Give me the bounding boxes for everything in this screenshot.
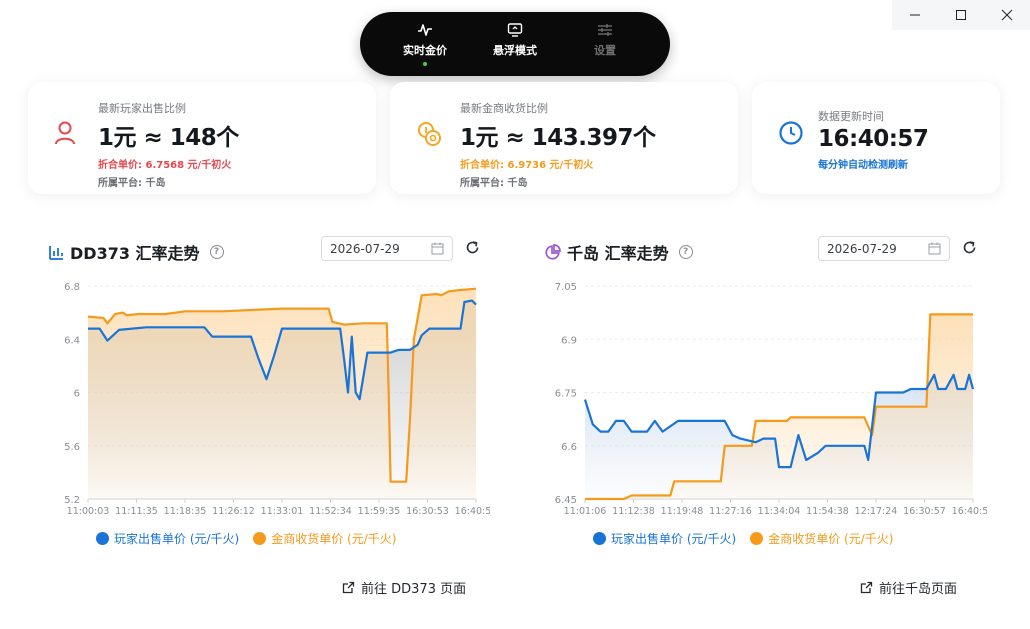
x-tick-label: 16:30:57 xyxy=(903,506,946,517)
external-link-icon xyxy=(342,581,355,594)
help-icon[interactable]: ? xyxy=(678,245,693,259)
x-tick-label: 16:40:57 xyxy=(952,506,987,517)
goto-dd373-link[interactable]: 前往 DD373 页面 xyxy=(342,578,466,597)
player-ratio-card: 最新玩家出售比例 1元 ≈ 148个 折合单价: 6.7568 元/千初火 所属… xyxy=(28,82,376,194)
nav-float-mode[interactable]: 悬浮模式 xyxy=(485,22,545,66)
close-icon xyxy=(1001,9,1013,21)
x-tick-label: 11:54:38 xyxy=(806,506,849,517)
update-time: 16:40:57 xyxy=(818,126,929,152)
player-ratio: 1元 ≈ 148个 xyxy=(98,125,239,151)
minimize-button[interactable] xyxy=(892,0,938,30)
close-button[interactable] xyxy=(984,0,1030,30)
dd373-panel-title: DD373 汇率走势 ? xyxy=(48,240,224,264)
x-tick-label: 11:26:12 xyxy=(212,506,255,517)
x-tick-label: 11:18:35 xyxy=(164,506,207,517)
y-tick-label: 6.8 xyxy=(64,282,80,293)
user-icon xyxy=(55,121,75,145)
link-label: 前往 DD373 页面 xyxy=(361,582,467,597)
window-controls xyxy=(892,0,1030,30)
x-tick-label: 11:12:38 xyxy=(612,506,655,517)
player-unit-price: 折合单价: 6.7568 元/千初火 xyxy=(98,160,232,171)
pie-chart-icon xyxy=(545,244,561,260)
panel-title-text: DD373 汇率走势 xyxy=(70,244,200,263)
y-tick-label: 6.9 xyxy=(561,335,577,346)
clock-icon xyxy=(779,121,803,145)
x-tick-label: 11:33:01 xyxy=(261,506,304,517)
y-tick-label: 6.6 xyxy=(561,442,577,453)
merchant-ratio: 1元 ≈ 143.397个 xyxy=(460,125,656,151)
x-tick-label: 11:52:34 xyxy=(309,506,352,517)
y-tick-label: 5.6 xyxy=(64,442,80,453)
update-time-card: 数据更新时间 16:40:57 每分钟自动检测刷新 xyxy=(752,82,1000,194)
merchant-unit-price: 折合单价: 6.9736 元/千初火 xyxy=(460,160,594,171)
nav-settings[interactable]: 设置 xyxy=(575,22,635,66)
external-link-icon xyxy=(860,581,873,594)
update-note: 每分钟自动检测刷新 xyxy=(818,160,908,171)
x-tick-label: 16:40:53 xyxy=(455,506,490,517)
goto-qiandao-link[interactable]: 前往千岛页面 xyxy=(860,578,957,597)
qiandao-refresh-icon[interactable] xyxy=(962,240,977,255)
legend-merchant[interactable]: 金商收货单价 (元/千火) xyxy=(253,530,396,547)
sliders-icon xyxy=(598,24,612,36)
card-caption: 最新玩家出售比例 xyxy=(98,102,186,115)
legend-player[interactable]: 玩家出售单价 (元/千火) xyxy=(593,530,736,547)
card-caption: 最新金商收货比例 xyxy=(460,102,548,115)
coins-icon xyxy=(418,122,441,146)
qiandao-panel-title: 千岛 汇率走势 ? xyxy=(545,240,693,264)
x-tick-label: 11:01:06 xyxy=(564,506,607,517)
dd373-date-picker[interactable]: 2026-07-29 xyxy=(321,236,453,261)
calendar-icon xyxy=(431,242,444,255)
legend-player[interactable]: 玩家出售单价 (元/千火) xyxy=(96,530,239,547)
monitor-icon xyxy=(507,23,523,37)
qiandao-chart: 6.45 6.6 6.75 6.9 7.05 11:01:06 11:12:38 11:19:… xyxy=(555,282,987,517)
top-nav: 实时金价 悬浮模式 设置 xyxy=(360,12,670,76)
active-indicator xyxy=(423,62,427,66)
x-tick-label: 11:27:16 xyxy=(709,506,752,517)
dd373-legend: 玩家出售单价 (元/千火) 金商收货单价 (元/千火) xyxy=(96,530,396,547)
date-value: 2026-07-29 xyxy=(827,241,897,256)
nav-label: 设置 xyxy=(594,44,616,57)
player-platform: 所属平台: 千岛 xyxy=(98,178,166,189)
y-tick-label: 6.45 xyxy=(555,495,577,506)
x-tick-label: 11:19:48 xyxy=(661,506,704,517)
x-tick-label: 11:59:35 xyxy=(358,506,401,517)
help-icon[interactable]: ? xyxy=(209,245,224,259)
y-tick-label: 6.4 xyxy=(64,335,80,346)
pulse-icon xyxy=(418,24,432,36)
x-tick-label: 11:11:35 xyxy=(115,506,158,517)
merchant-platform: 所属平台: 千岛 xyxy=(460,178,528,189)
qiandao-legend: 玩家出售单价 (元/千火) 金商收货单价 (元/千火) xyxy=(593,530,893,547)
x-tick-label: 16:30:53 xyxy=(406,506,449,517)
minimize-icon xyxy=(910,14,920,16)
maximize-button[interactable] xyxy=(938,0,984,30)
x-tick-label: 11:34:04 xyxy=(758,506,801,517)
x-tick-label: 11:00:03 xyxy=(67,506,110,517)
nav-label: 悬浮模式 xyxy=(493,44,537,57)
qiandao-date-picker[interactable]: 2026-07-29 xyxy=(818,236,950,261)
y-tick-label: 6 xyxy=(74,389,80,400)
date-value: 2026-07-29 xyxy=(330,241,400,256)
link-label: 前往千岛页面 xyxy=(879,582,958,597)
panel-title-text: 千岛 汇率走势 xyxy=(567,244,669,263)
y-tick-label: 5.2 xyxy=(64,495,80,506)
x-tick-label: 12:17:24 xyxy=(855,506,898,517)
calendar-icon xyxy=(928,242,941,255)
y-tick-label: 6.75 xyxy=(555,389,577,400)
card-caption: 数据更新时间 xyxy=(818,110,884,123)
legend-merchant[interactable]: 金商收货单价 (元/千火) xyxy=(750,530,893,547)
bar-chart-icon xyxy=(49,246,63,260)
merchant-ratio-card: 最新金商收货比例 1元 ≈ 143.397个 折合单价: 6.9736 元/千初… xyxy=(390,82,738,194)
dd373-chart: 5.2 5.6 6 6.4 6.8 11:00:03 11:11:35 11:18:35 11:… xyxy=(64,282,490,517)
y-tick-label: 7.05 xyxy=(555,282,577,293)
nav-label: 实时金价 xyxy=(403,44,447,57)
maximize-icon xyxy=(956,10,966,20)
nav-realtime-price[interactable]: 实时金价 xyxy=(395,22,455,66)
dd373-refresh-icon[interactable] xyxy=(465,240,480,255)
